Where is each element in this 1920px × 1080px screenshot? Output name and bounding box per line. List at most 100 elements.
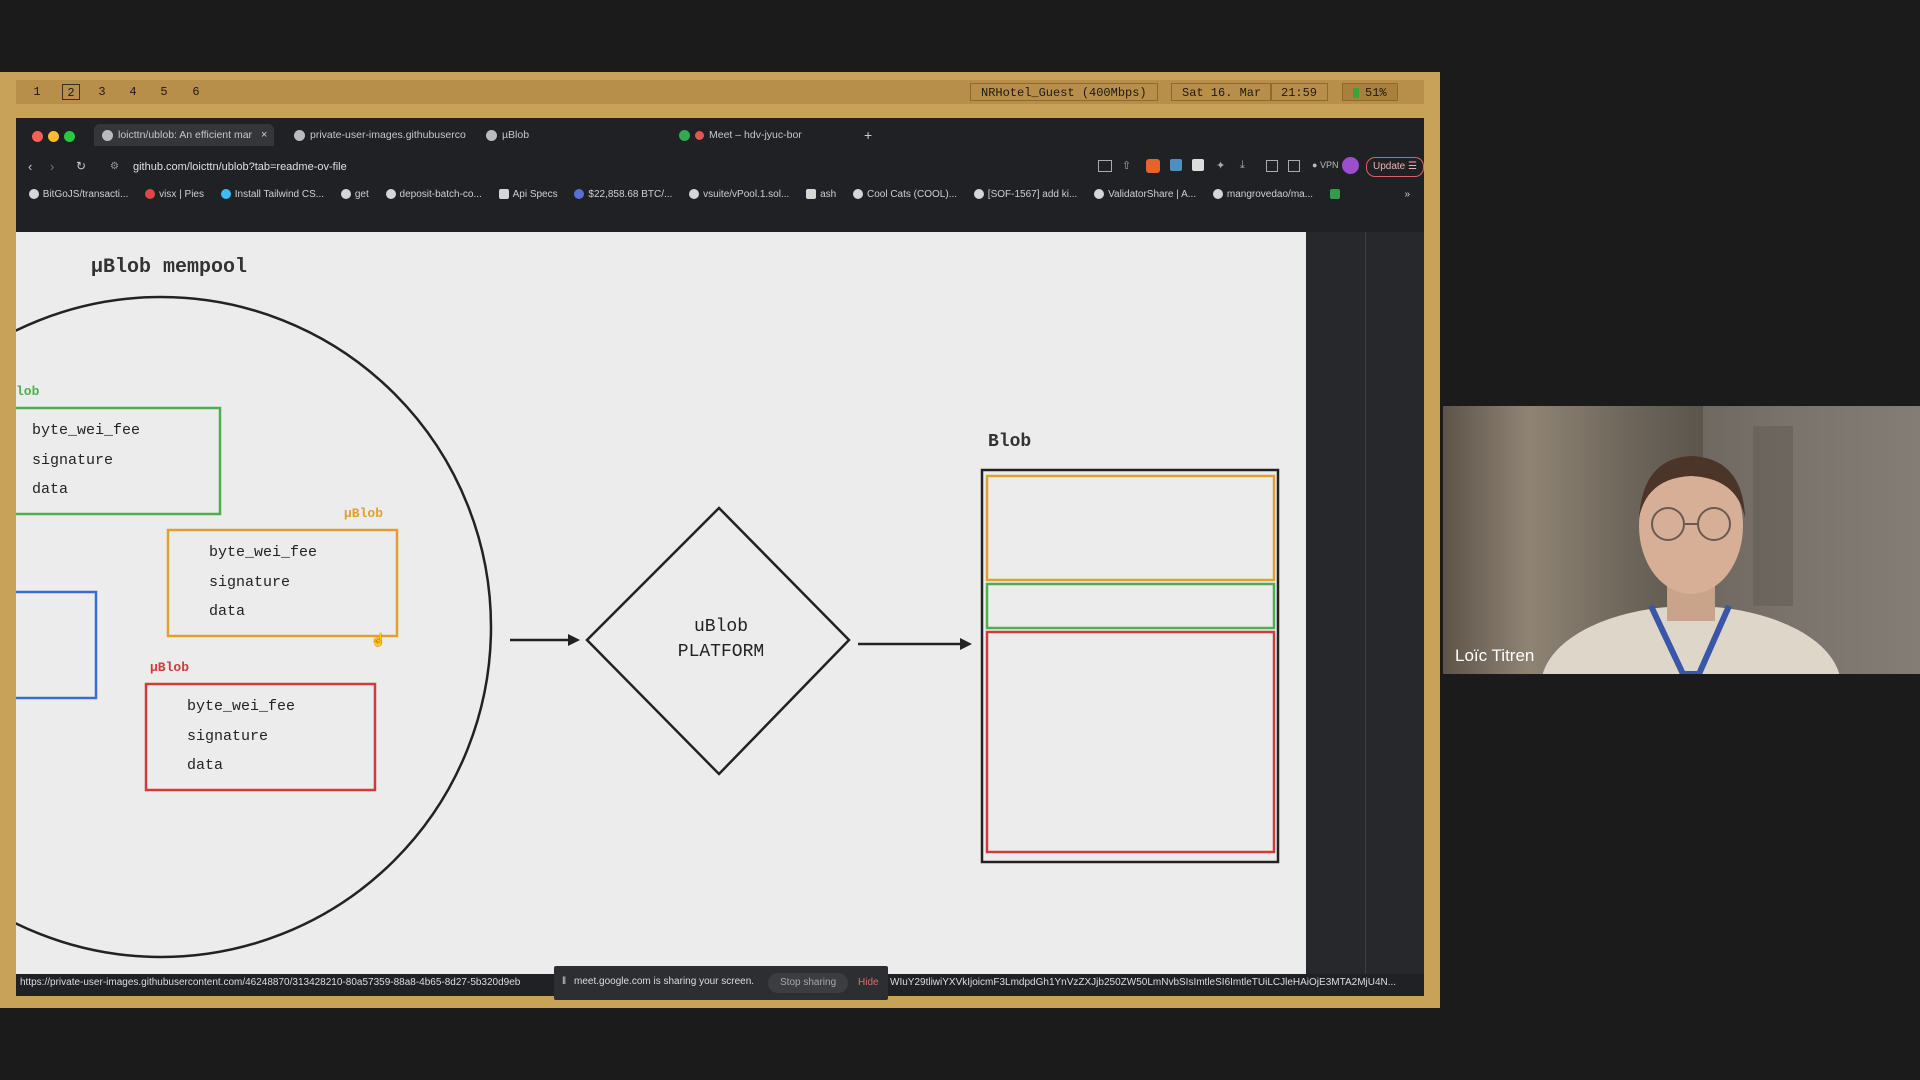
blob-red-segment xyxy=(985,630,1276,854)
bookmark-item[interactable]: Api Specs xyxy=(498,184,558,206)
forward-icon[interactable]: › xyxy=(50,159,54,174)
diagram-image: µBlob mempool lob byte_wei_fee signature… xyxy=(16,232,1306,976)
sidebar-icon[interactable] xyxy=(1266,160,1278,172)
workspace-1[interactable]: 1 xyxy=(28,84,46,100)
close-tab-icon[interactable]: × xyxy=(261,124,267,146)
doc-icon xyxy=(498,189,509,200)
update-button[interactable]: Update ☰ xyxy=(1366,157,1424,177)
status-url-left: https://private-user-images.githubuserco… xyxy=(20,977,521,988)
visx-icon xyxy=(145,189,156,200)
workspace-2[interactable]: 2 xyxy=(62,84,80,100)
bookmark-item[interactable]: ash xyxy=(806,184,836,206)
bookmarks-bar: BitGoJS/transacti... visx | Pies Install… xyxy=(16,184,1424,206)
workspace-6[interactable]: 6 xyxy=(187,84,205,100)
date-display: Sat 16. Mar xyxy=(1171,83,1273,101)
bookmark-item[interactable]: visx | Pies xyxy=(145,184,204,206)
bookmark-item[interactable]: Cool Cats (COOL)... xyxy=(852,184,957,206)
status-url-right: WIuY29tliwiYXVkIjoicmF3LmdpdGh1YnVzZXJjb… xyxy=(890,977,1397,988)
bookmark-item[interactable]: get xyxy=(340,184,369,206)
bookmark-item[interactable]: mangrovedao/ma... xyxy=(1212,184,1313,206)
blob-orange-segment xyxy=(985,474,1276,582)
workspace-5[interactable]: 5 xyxy=(155,84,173,100)
red-ublob-label: µBlob xyxy=(150,660,190,675)
blob-label: Blob xyxy=(988,432,1032,452)
field-byte-wei-fee: byte_wei_fee xyxy=(187,698,296,715)
bookmark-item[interactable] xyxy=(1329,184,1344,206)
vpn-button[interactable]: ● VPN xyxy=(1312,160,1338,170)
share-icon[interactable]: ⇧ xyxy=(1122,159,1131,172)
github-icon xyxy=(28,189,39,200)
field-byte-wei-fee: byte_wei_fee xyxy=(209,544,318,561)
participant-name: Loïc Titren xyxy=(1455,646,1535,665)
github-icon xyxy=(973,189,984,200)
bookmark-item[interactable]: BitGoJS/transacti... xyxy=(28,184,128,206)
stop-sharing-button[interactable]: Stop sharing xyxy=(768,973,849,993)
validator-icon xyxy=(1094,189,1105,200)
battery-status: 51% xyxy=(1342,83,1398,101)
profile-avatar[interactable] xyxy=(1342,157,1359,174)
tab-private-images[interactable]: private-user-images.githubuserco xyxy=(286,124,476,146)
tab-github-ublob[interactable]: loicttn/ublob: An efficient mar xyxy=(94,124,274,146)
check-icon xyxy=(806,189,817,200)
url-field[interactable]: github.com/loicttn/ublob?tab=readme-ov-f… xyxy=(133,161,347,173)
close-window-icon[interactable] xyxy=(32,131,43,142)
brave-shield-icon[interactable] xyxy=(1146,159,1160,173)
recording-icon xyxy=(695,130,704,140)
diagram-title: µBlob mempool xyxy=(91,256,248,279)
workspace-4[interactable]: 4 xyxy=(124,84,142,100)
meet-icon xyxy=(679,129,690,141)
bookmark-item[interactable]: [SOF-1567] add ki... xyxy=(973,184,1077,206)
cat-icon xyxy=(852,189,863,200)
hide-button[interactable]: Hide xyxy=(858,973,879,993)
platform-label: uBlob PLATFORM xyxy=(677,617,765,662)
bookmark-item[interactable]: $22,858.68 BTC/... xyxy=(574,184,672,206)
tab-ublob[interactable]: µBlob xyxy=(478,124,668,146)
minimize-window-icon[interactable] xyxy=(48,131,59,142)
cast-icon[interactable] xyxy=(1098,160,1112,172)
pane-divider xyxy=(1365,232,1366,976)
globe-icon xyxy=(486,129,497,141)
coin-icon xyxy=(574,189,585,200)
tab-strip: loicttn/ublob: An efficient mar × privat… xyxy=(16,122,1424,148)
more-bookmarks-icon[interactable]: » xyxy=(1404,184,1410,206)
pause-icon: ‖ xyxy=(562,976,567,987)
arrowhead-icon xyxy=(568,634,580,646)
field-byte-wei-fee: byte_wei_fee xyxy=(32,422,141,439)
wifi-status: NRHotel_Guest (400Mbps) xyxy=(970,83,1158,101)
github-icon xyxy=(689,189,700,200)
maximize-window-icon[interactable] xyxy=(64,131,75,142)
github-icon xyxy=(102,129,113,141)
bookmark-item[interactable]: Install Tailwind CS... xyxy=(220,184,324,206)
reload-icon[interactable]: ↻ xyxy=(76,159,86,173)
time-display: 21:59 xyxy=(1270,83,1329,101)
bookmark-item[interactable]: deposit-batch-co... xyxy=(385,184,482,206)
sheets-icon xyxy=(1329,189,1340,200)
bookmark-item[interactable]: vsuite/vPool.1.sol... xyxy=(689,184,789,206)
screen-share-notice: ‖ meet.google.com is sharing your screen… xyxy=(554,966,888,1000)
sharing-text: meet.google.com is sharing your screen. xyxy=(574,976,755,987)
new-tab-button[interactable]: + xyxy=(864,124,872,146)
tab-google-meet[interactable]: Meet – hdv-jyuc-bor xyxy=(671,124,861,146)
github-icon xyxy=(1212,189,1223,200)
orange-ublob-label: µBlob xyxy=(344,506,384,521)
wallet-icon[interactable] xyxy=(1288,160,1300,172)
workspace-3[interactable]: 3 xyxy=(93,84,111,100)
extension-icon[interactable] xyxy=(1170,159,1182,171)
field-data: data xyxy=(209,603,246,620)
green-ublob-label: lob xyxy=(16,384,40,399)
mempool-circle xyxy=(16,295,493,959)
extensions-puzzle-icon[interactable]: ✦ xyxy=(1216,159,1225,172)
bookmark-item[interactable]: ValidatorShare | A... xyxy=(1094,184,1196,206)
participant-video xyxy=(1542,406,1920,674)
download-icon[interactable]: ⤓ xyxy=(1240,159,1245,172)
extension-icon[interactable] xyxy=(1192,159,1204,171)
field-data: data xyxy=(187,757,224,774)
arrowhead-icon xyxy=(960,638,972,650)
participant-video-tile: Loïc Titren xyxy=(1443,406,1920,674)
mouse-cursor-icon: ☝ xyxy=(370,632,387,647)
site-info-icon[interactable]: ⚙ xyxy=(110,161,119,172)
field-signature: signature xyxy=(32,452,114,469)
battery-icon xyxy=(1353,87,1359,98)
back-icon[interactable]: ‹ xyxy=(28,159,32,174)
blob-container xyxy=(980,468,1280,864)
